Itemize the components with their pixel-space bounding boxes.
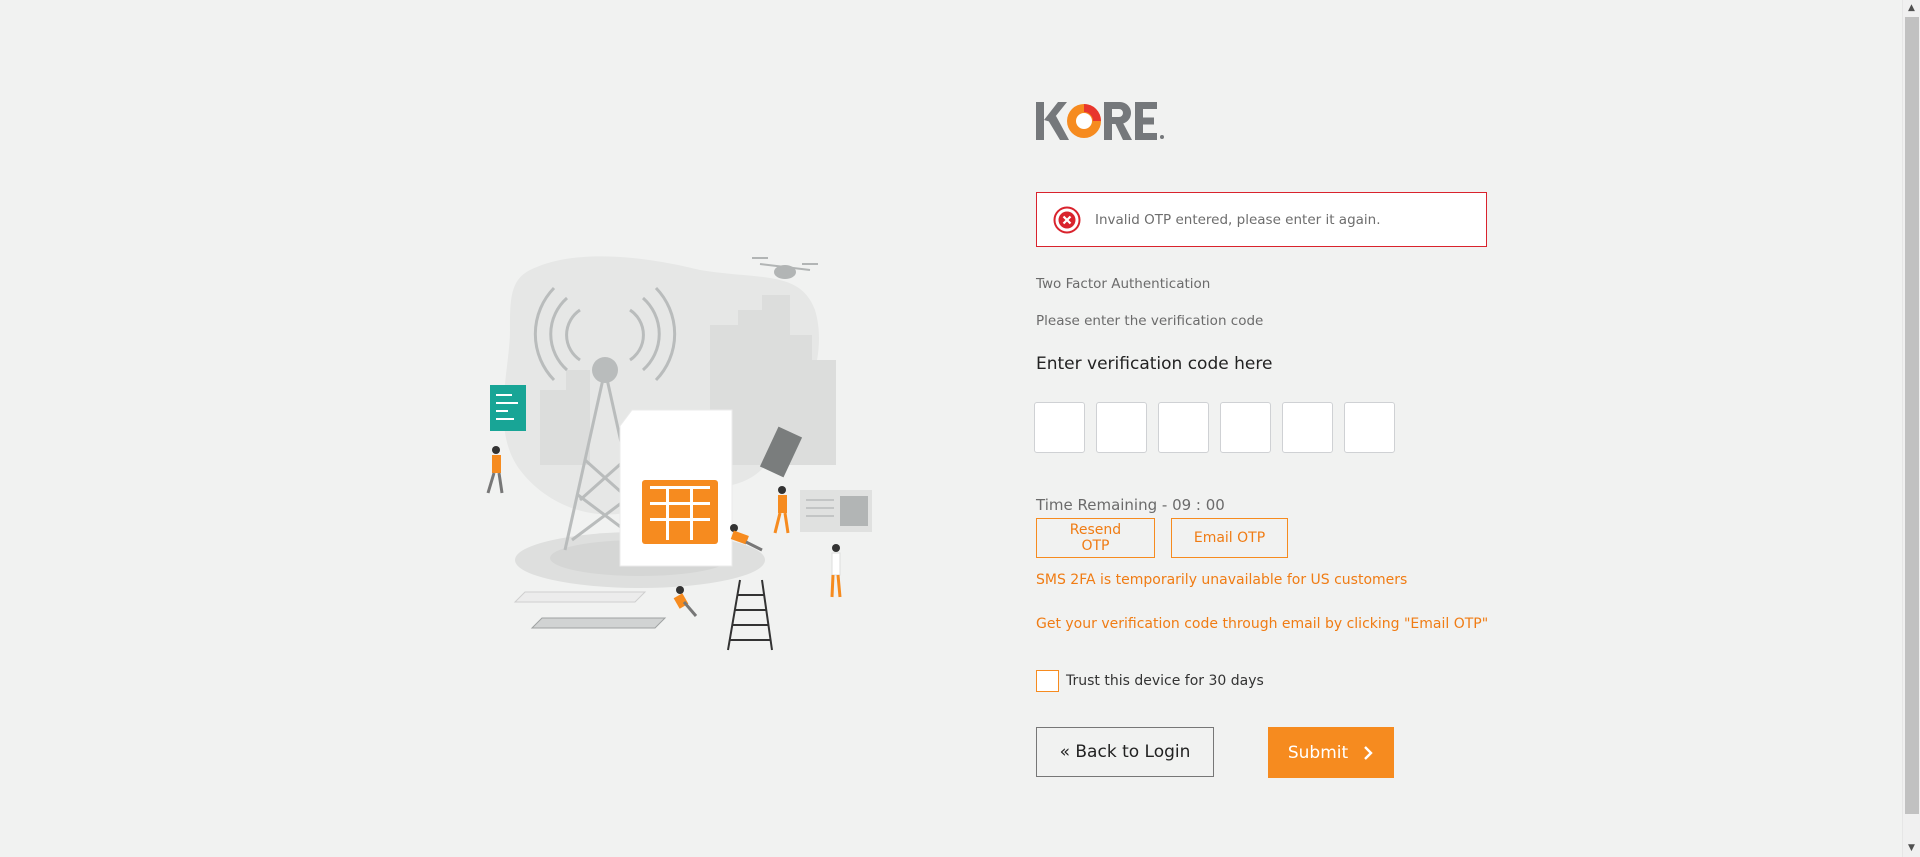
code-digit-6[interactable] xyxy=(1344,402,1395,453)
code-digit-1[interactable] xyxy=(1034,402,1085,453)
back-to-login-button[interactable]: « Back to Login xyxy=(1036,727,1214,777)
trust-device-label: Trust this device for 30 days xyxy=(1066,673,1264,689)
vertical-scrollbar[interactable]: ▲ ▼ xyxy=(1902,0,1920,857)
email-otp-notice: Get your verification code through email… xyxy=(1036,616,1489,632)
trust-device-checkbox[interactable] xyxy=(1036,670,1059,692)
scroll-down-icon[interactable]: ▼ xyxy=(1903,840,1920,857)
scroll-up-icon[interactable]: ▲ xyxy=(1903,0,1920,17)
chevron-right-icon xyxy=(1364,745,1373,760)
sms-unavailable-notice: SMS 2FA is temporarily unavailable for U… xyxy=(1036,572,1408,588)
page-heading: Two Factor Authentication xyxy=(1036,276,1211,292)
trust-device-option[interactable]: Trust this device for 30 days xyxy=(1036,670,1264,692)
resend-otp-button[interactable]: Resend OTP xyxy=(1036,518,1155,558)
code-digit-5[interactable] xyxy=(1282,402,1333,453)
code-digit-3[interactable] xyxy=(1158,402,1209,453)
sim-tower-illustration xyxy=(486,256,872,651)
code-label: Enter verification code here xyxy=(1036,354,1273,374)
error-message: Invalid OTP entered, please enter it aga… xyxy=(1095,211,1381,228)
error-x-icon xyxy=(1053,206,1081,233)
code-digit-4[interactable] xyxy=(1220,402,1271,453)
time-remaining: Time Remaining - 09 : 00 xyxy=(1036,496,1225,514)
otp-actions: Resend OTP Email OTP xyxy=(1036,518,1288,558)
submit-button[interactable]: Submit xyxy=(1268,727,1394,778)
submit-label: Submit xyxy=(1287,742,1349,763)
scrollbar-thumb[interactable] xyxy=(1905,17,1919,814)
email-otp-button[interactable]: Email OTP xyxy=(1171,518,1288,558)
error-alert: Invalid OTP entered, please enter it aga… xyxy=(1036,192,1487,247)
verification-code-inputs xyxy=(1034,402,1395,453)
instruction-text: Please enter the verification code xyxy=(1036,313,1264,329)
kore-logo xyxy=(1036,102,1164,140)
code-digit-2[interactable] xyxy=(1096,402,1147,453)
